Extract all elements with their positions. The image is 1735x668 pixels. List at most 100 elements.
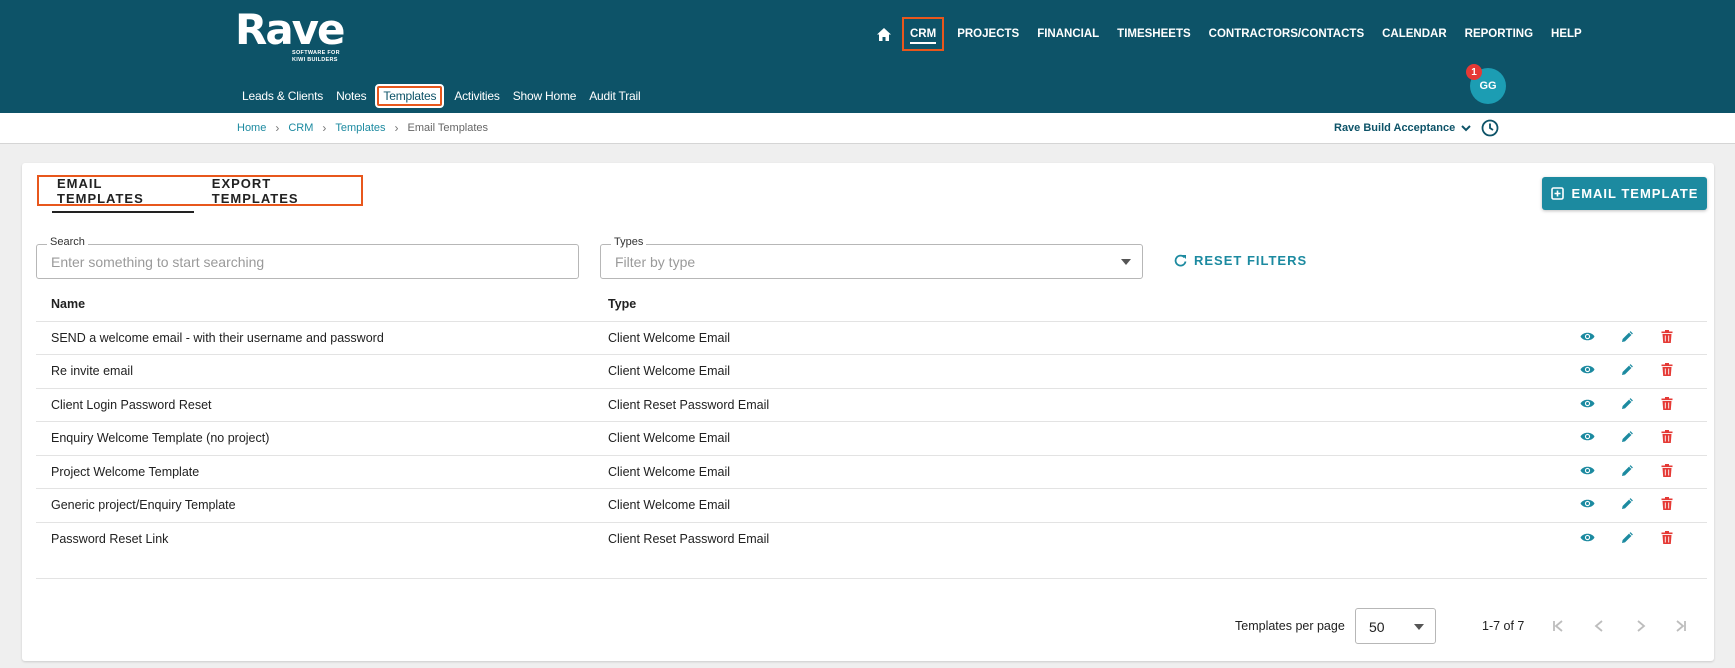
edit-pencil-icon[interactable] [1607, 531, 1647, 547]
crm-subnav: Leads & Clients Notes Templates Activiti… [236, 84, 647, 108]
template-type-cell: Client Welcome Email [593, 488, 1567, 523]
view-eye-icon[interactable] [1567, 331, 1607, 345]
project-selector-label: Rave Build Acceptance [1334, 122, 1456, 134]
refresh-icon [1174, 254, 1187, 267]
reset-filters-button[interactable]: RESET FILTERS [1174, 253, 1307, 268]
delete-trash-icon[interactable] [1647, 463, 1687, 480]
template-name-cell: Client Login Password Reset [36, 388, 593, 422]
edit-pencil-icon[interactable] [1607, 430, 1647, 446]
table-row[interactable]: Password Reset Link Client Reset Password… [36, 522, 1707, 556]
subnav-show-home[interactable]: Show Home [507, 87, 583, 105]
table-row[interactable]: Re invite email Client Welcome Email [36, 354, 1707, 389]
delete-trash-icon[interactable] [1647, 363, 1687, 379]
delete-trash-icon[interactable] [1647, 396, 1687, 413]
delete-trash-icon[interactable] [1647, 430, 1687, 446]
main-nav: CRM PROJECTS FINANCIAL TIMESHEETS CONTRA… [870, 17, 1591, 51]
subnav-leads-clients[interactable]: Leads & Clients [236, 87, 329, 105]
templates-card: EMAIL TEMPLATES EXPORT TEMPLATES EMAIL T… [22, 163, 1714, 661]
history-clock-icon[interactable] [1481, 119, 1499, 142]
template-name-cell: Project Welcome Template [36, 455, 593, 489]
search-label: Search [47, 236, 88, 248]
subnav-activities[interactable]: Activities [448, 87, 505, 105]
view-eye-icon[interactable] [1567, 398, 1607, 412]
breadcrumb-separator: › [275, 121, 280, 135]
nav-help[interactable]: HELP [1542, 17, 1591, 51]
template-name-cell: Re invite email [36, 354, 593, 389]
nav-timesheets[interactable]: TIMESHEETS [1108, 17, 1199, 51]
edit-pencil-icon[interactable] [1607, 497, 1647, 513]
row-actions [1567, 321, 1707, 355]
table-row[interactable]: Generic project/Enquiry Template Client W… [36, 488, 1707, 523]
types-select[interactable]: Types Filter by type [600, 236, 1143, 279]
top-navigation-bar: Rave SOFTWARE FOR KIWI BUILDERS CRM PROJ… [0, 0, 1735, 113]
table-row[interactable]: Enquiry Welcome Template (no project) Cli… [36, 421, 1707, 456]
delete-trash-icon[interactable] [1647, 531, 1687, 547]
template-type-cell: Client Reset Password Email [608, 532, 770, 546]
table-row[interactable]: Client Login Password Reset Client Reset … [36, 388, 1707, 422]
project-selector[interactable]: Rave Build Acceptance [1334, 122, 1471, 134]
nav-calendar[interactable]: CALENDAR [1373, 17, 1456, 51]
table-row[interactable]: SEND a welcome email - with their userna… [36, 321, 1707, 355]
delete-trash-icon[interactable] [1647, 497, 1687, 513]
add-email-template-button[interactable]: EMAIL TEMPLATE [1542, 177, 1707, 210]
edit-pencil-icon[interactable] [1607, 363, 1647, 379]
delete-trash-icon[interactable] [1647, 329, 1687, 346]
first-page-icon[interactable] [1549, 617, 1567, 635]
nav-crm[interactable]: CRM [902, 17, 945, 51]
search-input[interactable] [37, 245, 578, 278]
template-tabs: EMAIL TEMPLATES EXPORT TEMPLATES [37, 175, 363, 213]
add-box-icon [1550, 187, 1564, 200]
table-header-row: Name Type [36, 287, 1707, 322]
edit-pencil-icon[interactable] [1607, 464, 1647, 480]
template-type-cell: Client Welcome Email [593, 421, 1567, 456]
tab-export-templates[interactable]: EXPORT TEMPLATES [194, 176, 361, 206]
breadcrumb-separator: › [394, 121, 399, 135]
dropdown-caret-icon [1121, 259, 1131, 265]
nav-reporting[interactable]: REPORTING [1456, 17, 1542, 51]
nav-projects[interactable]: PROJECTS [948, 17, 1028, 51]
column-header-type[interactable]: Type [593, 287, 1567, 322]
table-row[interactable]: Project Welcome Template Client Welcome E… [36, 455, 1707, 489]
row-actions [1567, 488, 1707, 523]
nav-contractors-contacts[interactable]: CONTRACTORS/CONTACTS [1200, 17, 1373, 51]
rave-logo[interactable]: Rave SOFTWARE FOR KIWI BUILDERS [235, 9, 346, 64]
next-page-icon[interactable] [1632, 617, 1650, 635]
view-eye-icon[interactable] [1567, 532, 1607, 546]
nav-financial[interactable]: FINANCIAL [1028, 17, 1108, 51]
add-email-template-label: EMAIL TEMPLATE [1571, 186, 1699, 201]
breadcrumb-crm[interactable]: CRM [288, 122, 313, 134]
breadcrumb-separator: › [322, 121, 327, 135]
dropdown-caret-icon [1414, 624, 1424, 630]
template-type-cell: Client Welcome Email [593, 354, 1567, 389]
home-icon[interactable] [870, 17, 898, 51]
logo-tagline: SOFTWARE FOR KIWI BUILDERS [292, 50, 340, 63]
previous-page-icon[interactable] [1590, 617, 1608, 635]
view-eye-icon[interactable] [1567, 431, 1607, 445]
subnav-audit-trail[interactable]: Audit Trail [583, 87, 646, 105]
per-page-label: Templates per page [1235, 619, 1345, 633]
last-page-icon[interactable] [1672, 617, 1690, 635]
notification-badge: 1 [1466, 64, 1482, 80]
page-range: 1-7 of 7 [1482, 619, 1525, 633]
pagination: Templates per page 50 1-7 of 7 [22, 608, 1714, 644]
view-eye-icon[interactable] [1567, 498, 1607, 512]
view-eye-icon[interactable] [1567, 465, 1607, 479]
edit-pencil-icon[interactable] [1607, 330, 1647, 346]
breadcrumb-home[interactable]: Home [237, 122, 266, 134]
subnav-notes[interactable]: Notes [330, 87, 372, 105]
row-actions [1567, 455, 1707, 489]
subnav-templates[interactable]: Templates [375, 84, 445, 108]
row-actions [1567, 388, 1707, 422]
tab-email-templates[interactable]: EMAIL TEMPLATES [39, 176, 194, 213]
row-actions [1567, 522, 1707, 556]
breadcrumb-templates[interactable]: Templates [335, 122, 385, 134]
edit-pencil-icon[interactable] [1607, 397, 1647, 413]
view-eye-icon[interactable] [1567, 364, 1607, 378]
row-actions [1567, 354, 1707, 389]
types-placeholder: Filter by type [615, 254, 696, 270]
types-label: Types [611, 236, 647, 248]
column-header-name[interactable]: Name [36, 287, 593, 322]
per-page-select[interactable]: 50 [1355, 608, 1436, 644]
reset-filters-label: RESET FILTERS [1194, 253, 1308, 268]
breadcrumb: Home › CRM › Templates › Email Templates [237, 122, 488, 134]
